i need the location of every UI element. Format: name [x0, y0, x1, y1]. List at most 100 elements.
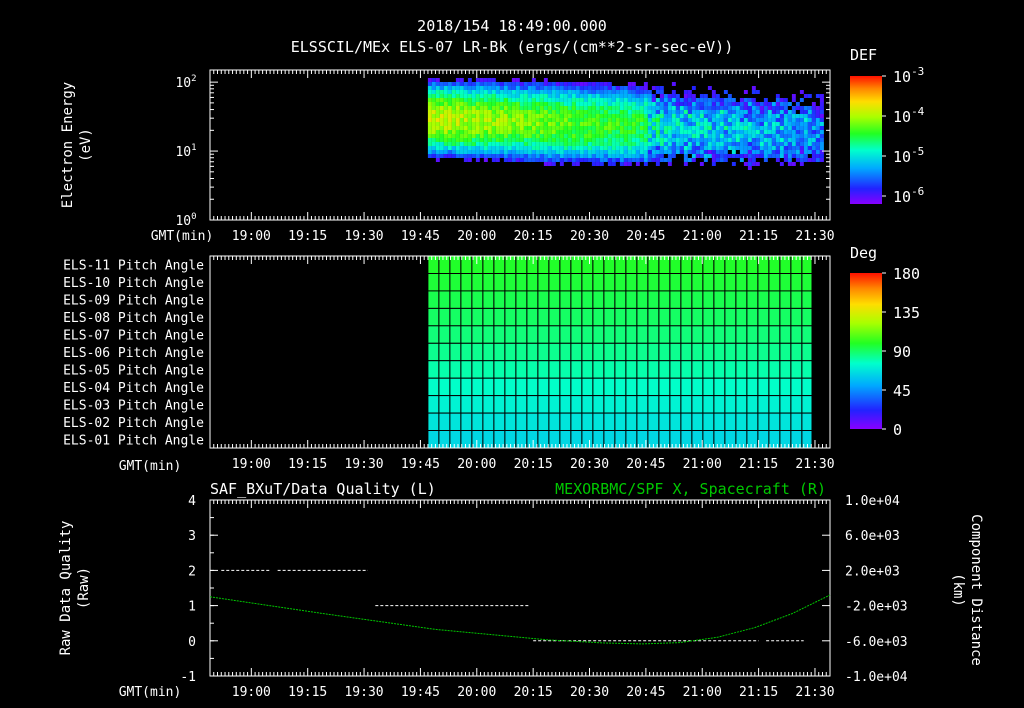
spectrogram-cell: [527, 162, 532, 166]
spectrogram-cell: [739, 146, 744, 150]
spectrogram-cell: [791, 210, 796, 214]
spectrogram-cell: [615, 78, 620, 82]
spectrogram-cell: [435, 198, 440, 202]
spectrogram-cell: [807, 158, 812, 162]
pitch-angle-cell: [438, 342, 451, 362]
spectrogram-cell: [659, 90, 664, 94]
spectrogram-cell: [559, 210, 564, 214]
spectrogram-cell: [591, 214, 596, 218]
spectrogram-cell: [507, 194, 512, 198]
spectrogram-cell: [687, 138, 692, 142]
spectrogram-cell: [455, 94, 460, 98]
spectrogram-cell: [635, 162, 640, 166]
spectrogram-cell: [523, 162, 528, 166]
spectrogram-cell: [583, 90, 588, 94]
spectrogram-cell: [619, 74, 624, 78]
spectrogram-cell: [779, 154, 784, 158]
spectrogram-cell: [491, 114, 496, 118]
spectrogram-cell: [739, 102, 744, 106]
spectrogram-cell: [483, 74, 488, 78]
spectrogram-cell: [511, 158, 516, 162]
spectrogram-cell: [747, 78, 752, 82]
spectrogram-cell: [459, 106, 464, 110]
spectrogram-cell: [671, 118, 676, 122]
spectrogram-cell: [727, 98, 732, 102]
pitch-angle-cell: [460, 412, 473, 432]
pitch-angle-cell: [801, 395, 813, 414]
spectrogram-cell: [751, 166, 756, 170]
spectrogram-cell: [627, 86, 632, 90]
spectrogram-cell: [603, 166, 608, 170]
spectrogram-cell: [515, 210, 520, 214]
deg-colorbar: Deg 18013590450: [850, 244, 920, 439]
spectrogram-cell: [583, 182, 588, 186]
spectrogram-cell: [659, 190, 664, 194]
spectrogram-cell: [811, 110, 816, 114]
pitch-angle-cell: [691, 430, 704, 449]
spectrogram-cell: [507, 98, 512, 102]
spectrogram-cell: [563, 198, 568, 202]
spectrogram-cell: [759, 82, 764, 86]
spectrogram-cell: [487, 130, 492, 134]
spectrogram-cell: [595, 90, 600, 94]
spectrogram-cell: [627, 198, 632, 202]
spectrogram-cell: [675, 146, 680, 150]
spectrogram-cell: [635, 138, 640, 142]
spectrogram-cell: [783, 198, 788, 202]
spectrogram-cell: [515, 86, 520, 90]
spectrogram-cell: [667, 122, 672, 126]
pitch-angle-cell: [559, 430, 572, 449]
spectrogram-cell: [679, 158, 684, 162]
spectrogram-cell: [675, 174, 680, 178]
spectrogram-cell: [563, 150, 568, 154]
spectrogram-cell: [775, 190, 780, 194]
spectrogram-cell: [775, 214, 780, 218]
spectrogram-cell: [595, 146, 600, 150]
spectrogram-cell: [491, 162, 496, 166]
pitch-angle-time-tick-label: 19:45: [401, 457, 440, 472]
spectrogram-cell: [635, 74, 640, 78]
spectrogram-cell: [427, 78, 432, 82]
spectrogram-cell: [647, 154, 652, 158]
spectrogram-cell: [491, 126, 496, 130]
spectrogram-cell: [743, 138, 748, 142]
spectrogram-cell: [679, 146, 684, 150]
pitch-angle-cell: [735, 360, 748, 379]
spectrogram-time-tick-label: 21:15: [739, 229, 778, 244]
spectrogram-cell: [711, 202, 716, 206]
spectrogram-cell: [615, 142, 620, 146]
pitch-angle-cell: [702, 342, 715, 362]
spectrogram-cell: [611, 102, 616, 106]
pitch-angle-cell: [746, 377, 759, 397]
spectrogram-cell: [679, 86, 684, 90]
spectrogram-cell: [579, 138, 584, 142]
spectrogram-cell: [519, 102, 524, 106]
spectrogram-cell: [619, 150, 624, 154]
spectrogram-cell: [815, 78, 820, 82]
spectrogram-cell: [723, 114, 728, 118]
spectrogram-cell: [763, 134, 768, 138]
pitch-angle-cell: [493, 342, 506, 362]
spectrogram-cell: [503, 198, 508, 202]
spectrogram-cell: [715, 158, 720, 162]
spectrogram-cell: [819, 202, 824, 206]
spectrogram-cell: [615, 138, 620, 142]
spectrogram-cell: [591, 82, 596, 86]
pitch-angle-cell: [636, 395, 649, 414]
spectrogram-cell: [819, 78, 824, 82]
spectrogram-cell: [695, 174, 700, 178]
spectrogram-cell: [535, 194, 540, 198]
spectrogram-cell: [515, 90, 520, 94]
spectrogram-cell: [715, 150, 720, 154]
spectrogram-cell: [647, 90, 652, 94]
spectrogram-cell: [779, 186, 784, 190]
spectrogram-cell: [455, 206, 460, 210]
spectrogram-cell: [555, 142, 560, 146]
spectrogram-cell: [599, 90, 604, 94]
spectrogram-cell: [639, 138, 644, 142]
spectrogram-cell: [667, 194, 672, 198]
spectrogram-cell: [775, 142, 780, 146]
spectrogram-cell: [567, 142, 572, 146]
spectrogram-cell: [699, 170, 704, 174]
spectrogram-cell: [647, 178, 652, 182]
